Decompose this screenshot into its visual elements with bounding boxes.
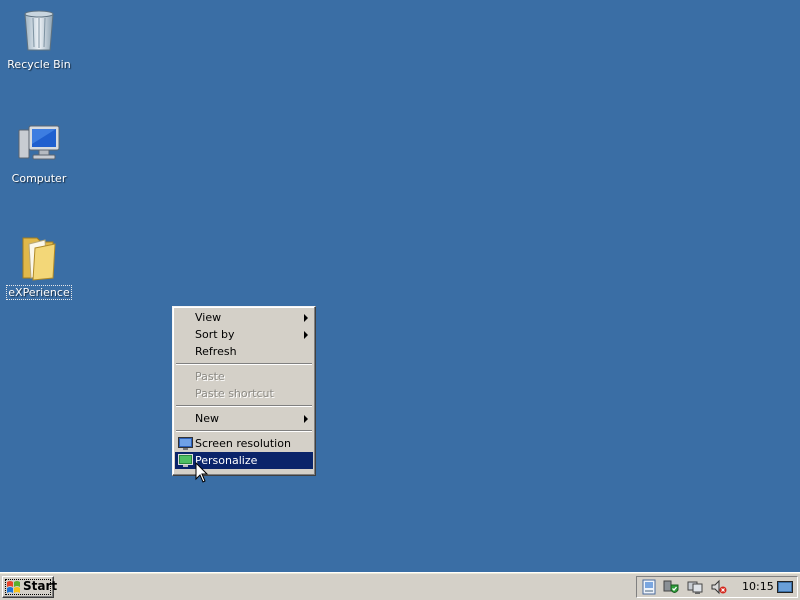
mouse-pointer-icon [195, 461, 209, 484]
menu-item-label: Paste shortcut [195, 387, 274, 400]
menu-separator [175, 427, 313, 435]
desktop[interactable]: Recycle Bin Computer eXPerience View Sor… [0, 0, 800, 572]
menu-item-label: New [195, 412, 219, 425]
recycle-bin-icon [15, 6, 63, 54]
start-button[interactable]: Start [2, 576, 58, 598]
menu-item-new[interactable]: New [175, 410, 313, 427]
desktop-icon-label: Recycle Bin [7, 58, 71, 71]
menu-item-label: Screen resolution [195, 437, 291, 450]
start-button-label: Start [23, 579, 58, 593]
network-icon[interactable] [641, 579, 657, 595]
submenu-arrow-icon [304, 314, 308, 322]
show-desktop-icon[interactable] [777, 579, 793, 595]
submenu-arrow-icon [304, 415, 308, 423]
menu-separator [175, 402, 313, 410]
desktop-icon-label: eXPerience [6, 285, 72, 300]
folder-icon [15, 234, 63, 282]
screen-resolution-icon [178, 436, 193, 451]
personalize-icon [178, 453, 193, 468]
security-shield-icon[interactable] [663, 579, 679, 595]
taskbar: Start 10:15 [0, 572, 800, 600]
desktop-context-menu: View Sort by Refresh Paste Paste shortcu… [172, 306, 316, 476]
system-tray: 10:15 [636, 576, 798, 598]
menu-item-sort-by[interactable]: Sort by [175, 326, 313, 343]
volume-muted-icon[interactable] [711, 579, 727, 595]
menu-item-label: Refresh [195, 345, 237, 358]
menu-item-refresh[interactable]: Refresh [175, 343, 313, 360]
computer-icon [15, 120, 63, 168]
desktop-icon-experience-folder[interactable]: eXPerience [0, 234, 78, 300]
desktop-icon-computer[interactable]: Computer [0, 120, 78, 185]
menu-item-screen-resolution[interactable]: Screen resolution [175, 435, 313, 452]
menu-item-label: Sort by [195, 328, 235, 341]
display-icon[interactable] [687, 579, 703, 595]
submenu-arrow-icon [304, 331, 308, 339]
menu-item-view[interactable]: View [175, 309, 313, 326]
windows-flag-icon [6, 580, 21, 594]
desktop-icon-recycle-bin[interactable]: Recycle Bin [0, 6, 78, 71]
menu-item-label: View [195, 311, 222, 324]
desktop-icon-label: Computer [11, 172, 67, 185]
menu-item-paste-shortcut: Paste shortcut [175, 385, 313, 402]
menu-item-label: Paste [195, 370, 225, 383]
menu-item-paste: Paste [175, 368, 313, 385]
taskbar-clock[interactable]: 10:15 [742, 577, 774, 597]
menu-separator [175, 360, 313, 368]
